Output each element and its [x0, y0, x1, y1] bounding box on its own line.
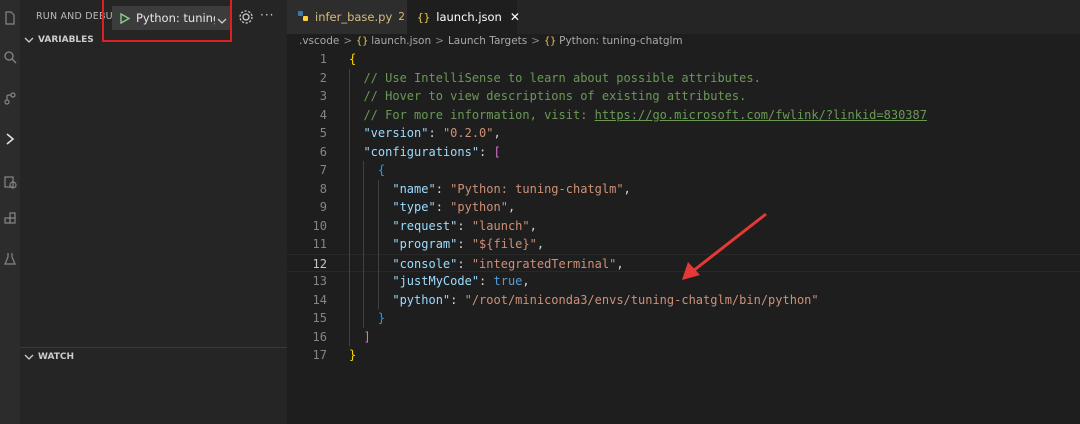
run-debug-sidebar: RUN AND DEBUG Python: tuning-c ··· VARIA…	[20, 0, 287, 424]
source-control-icon[interactable]	[0, 88, 20, 108]
run-debug-icon[interactable]	[0, 129, 20, 149]
variables-label: VARIABLES	[38, 35, 94, 45]
watch-section-header[interactable]: WATCH	[20, 348, 287, 366]
run-debug-header: RUN AND DEBUG Python: tuning-c ···	[20, 0, 287, 42]
testing-icon[interactable]	[0, 172, 20, 192]
editor: infer_base.py 2 {} launch.json ✕ .vscode…	[287, 0, 1080, 424]
flask-icon[interactable]	[0, 249, 20, 269]
search-icon[interactable]	[0, 47, 20, 67]
extensions-icon[interactable]	[0, 209, 20, 229]
chevron-down-icon	[22, 33, 36, 47]
explorer-icon[interactable]	[0, 8, 20, 28]
gear-icon[interactable]	[238, 9, 254, 25]
watch-label: WATCH	[38, 352, 75, 362]
more-actions-icon[interactable]: ···	[260, 8, 274, 22]
variables-section-header[interactable]: VARIABLES	[20, 31, 287, 49]
activity-bar	[0, 0, 20, 424]
annotation-arrow	[682, 212, 767, 280]
chevron-down-icon	[22, 350, 36, 364]
